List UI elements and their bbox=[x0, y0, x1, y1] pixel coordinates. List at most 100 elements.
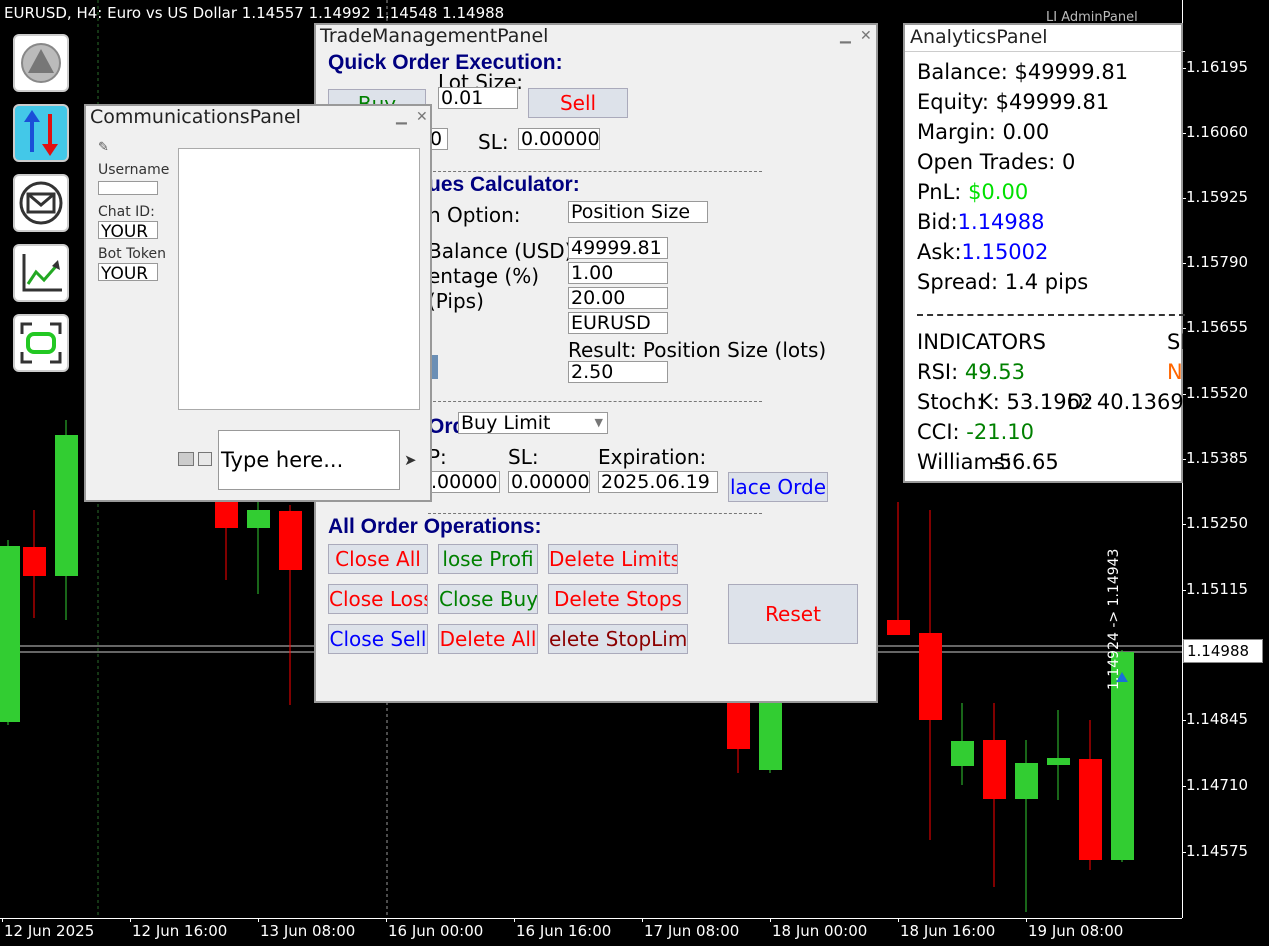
chevron-down-icon: ▼ bbox=[594, 416, 603, 429]
chat-id-field[interactable]: YOUR bbox=[98, 221, 158, 239]
close-loss-button[interactable]: Close Loss bbox=[328, 584, 428, 614]
time-tick-label: 13 Jun 08:00 bbox=[260, 922, 356, 940]
delete-limits-button[interactable]: Delete Limits bbox=[548, 544, 678, 574]
percentage-label: entage (%) bbox=[428, 264, 540, 288]
stoch-label: Stoch: bbox=[917, 390, 984, 414]
symbol-field[interactable]: EURUSD bbox=[568, 312, 668, 334]
signal-value: N bbox=[1167, 360, 1183, 384]
close-profit-button[interactable]: lose Profi bbox=[438, 544, 538, 574]
close-all-button[interactable]: Close All bbox=[328, 544, 428, 574]
rsi-row: RSI: 49.53 bbox=[917, 360, 1025, 384]
separator bbox=[428, 401, 762, 402]
spread-value: Spread: 1.4 pips bbox=[917, 270, 1089, 294]
time-tick-mark bbox=[386, 918, 387, 922]
analytics-panel[interactable]: AnalyticsPanel Balance: $49999.81 Equity… bbox=[903, 23, 1187, 483]
stoch-d-value: D: 40.1369 bbox=[1067, 390, 1184, 414]
delete-stops-button[interactable]: Delete Stops bbox=[548, 584, 688, 614]
separator bbox=[428, 513, 762, 514]
username-label: Username bbox=[98, 162, 170, 178]
pnl-row: PnL: $0.00 bbox=[917, 180, 1028, 204]
calc-option-dropdown[interactable]: Position Size bbox=[568, 201, 708, 223]
emoji-icon[interactable] bbox=[198, 452, 212, 466]
percentage-field[interactable]: 1.00 bbox=[568, 262, 668, 284]
pips-label: (Pips) bbox=[428, 289, 484, 313]
candle-body bbox=[1079, 759, 1102, 860]
trade-button[interactable] bbox=[13, 104, 69, 162]
candle-body bbox=[759, 703, 782, 770]
time-tick-label: 12 Jun 2025 bbox=[4, 922, 95, 940]
candle-body bbox=[919, 633, 942, 720]
rsi-value: 49.53 bbox=[964, 360, 1026, 384]
communications-button[interactable] bbox=[13, 174, 69, 232]
home-icon bbox=[21, 43, 61, 83]
balance-label: Balance (USD) bbox=[428, 239, 573, 263]
lot-size-field[interactable]: 0.01 bbox=[438, 87, 518, 109]
close-icon[interactable]: ✕ bbox=[860, 28, 872, 44]
expiration-field[interactable]: 2025.06.19 bbox=[598, 471, 718, 493]
sl-field[interactable]: 0.00000 bbox=[518, 128, 600, 150]
fullscreen-icon bbox=[20, 322, 62, 364]
minimize-icon[interactable]: ▁ bbox=[396, 109, 407, 125]
candle-body bbox=[727, 703, 750, 749]
close-icon[interactable]: ✕ bbox=[416, 109, 428, 125]
place-order-button[interactable]: lace Orde bbox=[728, 472, 828, 502]
candle-body bbox=[23, 547, 46, 576]
username-field[interactable] bbox=[98, 181, 158, 195]
candle-body bbox=[951, 741, 974, 766]
delete-stoplimit-button[interactable]: elete StopLimi bbox=[548, 624, 688, 654]
pnl-value: $0.00 bbox=[968, 180, 1029, 204]
analytics-button[interactable] bbox=[13, 244, 69, 302]
time-tick-label: 17 Jun 08:00 bbox=[644, 922, 740, 940]
pnl-label: PnL: bbox=[917, 180, 969, 204]
equity-value: Equity: $49999.81 bbox=[917, 90, 1110, 114]
separator bbox=[917, 314, 1185, 316]
delete-all-button[interactable]: Delete All bbox=[438, 624, 538, 654]
analytics-chart-icon bbox=[22, 254, 62, 292]
pending-sl-label: SL: bbox=[508, 445, 539, 469]
communications-panel[interactable]: CommunicationsPanel ▁ ✕ ✎ Username Chat … bbox=[84, 104, 432, 502]
close-buy-button[interactable]: Close Buy bbox=[438, 584, 538, 614]
candle-body bbox=[0, 546, 20, 722]
price-tick-label: 1.15925 bbox=[1186, 188, 1249, 206]
message-history-area[interactable] bbox=[178, 148, 420, 410]
pending-tp-field[interactable]: .00000 bbox=[428, 471, 500, 493]
attach-icon[interactable] bbox=[178, 452, 194, 466]
minimize-icon[interactable]: ▁ bbox=[840, 28, 851, 44]
candle-body bbox=[1047, 758, 1070, 765]
message-input[interactable]: Type here... bbox=[218, 430, 400, 490]
time-tick-label: 12 Jun 16:00 bbox=[132, 922, 228, 940]
order-type-value: Buy Limit bbox=[461, 412, 551, 434]
time-tick-label: 16 Jun 16:00 bbox=[516, 922, 612, 940]
pips-field[interactable]: 20.00 bbox=[568, 287, 668, 309]
time-tick-mark bbox=[642, 918, 643, 922]
price-tick-label: 1.16060 bbox=[1186, 123, 1249, 141]
home-button[interactable] bbox=[13, 34, 69, 92]
close-sell-button[interactable]: Close Sell bbox=[328, 624, 428, 654]
fullscreen-button[interactable] bbox=[13, 314, 69, 372]
candle-body bbox=[887, 620, 910, 635]
bot-token-field[interactable]: YOUR bbox=[98, 263, 158, 281]
order-type-dropdown[interactable]: Buy Limit ▼ bbox=[458, 412, 608, 434]
price-tick-label: 1.14575 bbox=[1186, 842, 1249, 860]
sell-button[interactable]: Sell bbox=[528, 88, 628, 118]
envelope-icon bbox=[19, 181, 63, 225]
reset-button[interactable]: Reset bbox=[728, 584, 858, 644]
signal-header: SI bbox=[1167, 330, 1187, 354]
pending-sl-field[interactable]: 0.00000 bbox=[508, 471, 590, 493]
separator bbox=[428, 171, 762, 172]
edit-icon[interactable]: ✎ bbox=[98, 140, 109, 155]
price-tick-label: 1.15520 bbox=[1186, 384, 1249, 402]
send-icon[interactable]: ➤ bbox=[404, 451, 417, 469]
balance-field[interactable]: 49999.81 bbox=[568, 237, 668, 259]
price-tick-label: 1.15790 bbox=[1186, 253, 1249, 271]
cci-row: CCI: -21.10 bbox=[917, 420, 1034, 444]
ask-row: Ask:1.15002 bbox=[917, 240, 1048, 264]
trade-level-label: 1.14924 -> 1.14943 bbox=[1106, 548, 1122, 690]
time-tick-label: 18 Jun 16:00 bbox=[900, 922, 996, 940]
balance-value: Balance: $49999.81 bbox=[917, 60, 1129, 84]
price-tick-label: 1.14710 bbox=[1186, 776, 1249, 794]
indicators-label: INDICATORS bbox=[917, 330, 1046, 354]
price-tick-label: 1.15655 bbox=[1186, 318, 1249, 336]
chart-symbol-header: EURUSD, H4: Euro vs US Dollar 1.14557 1.… bbox=[4, 4, 505, 22]
time-tick-label: 16 Jun 00:00 bbox=[388, 922, 484, 940]
